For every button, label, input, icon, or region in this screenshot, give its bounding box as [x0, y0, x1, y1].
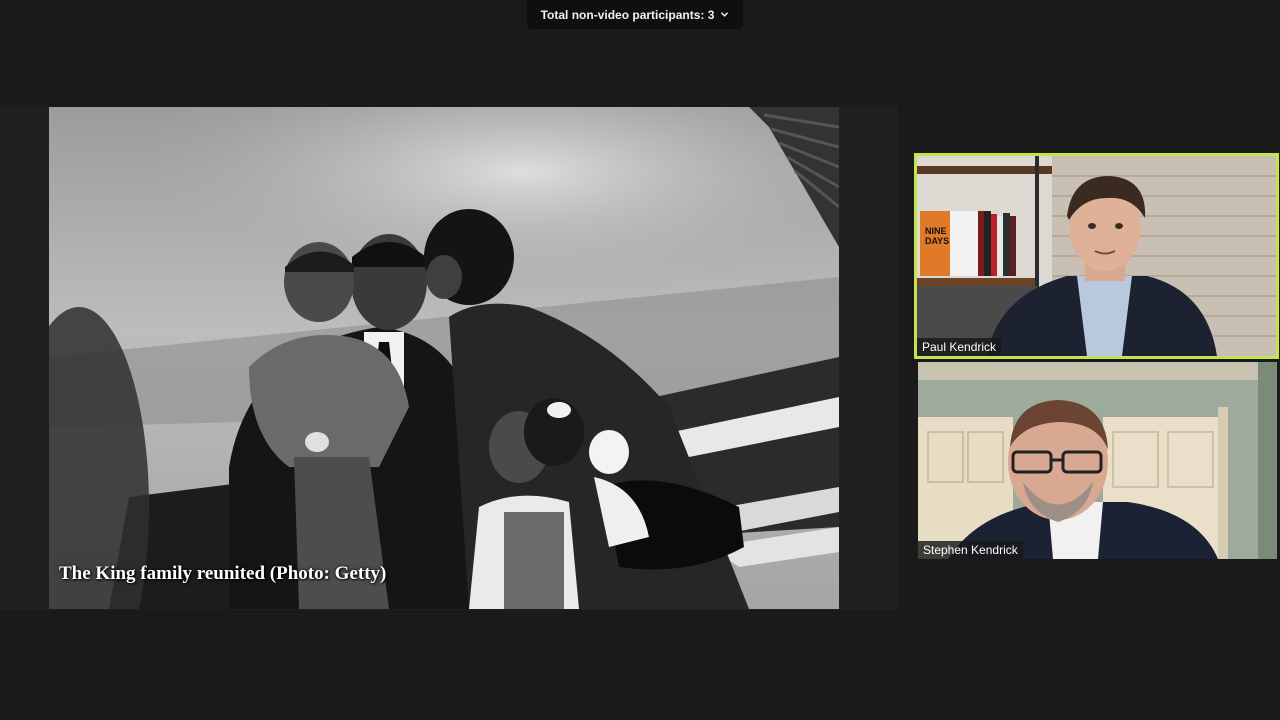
- family-photo: [49, 107, 839, 609]
- shared-screen: The King family reunited (Photo: Getty): [0, 107, 898, 610]
- participants-count-label: Total non-video participants: 3: [540, 7, 715, 22]
- participant-name-tag: Stephen Kendrick: [918, 541, 1023, 559]
- presentation-slide: The King family reunited (Photo: Getty): [49, 107, 839, 609]
- book-title: DAYS: [925, 236, 949, 246]
- participant-name-tag: Paul Kendrick: [917, 338, 1002, 356]
- book-title: NINE: [925, 226, 947, 236]
- video-tile-stephen-kendrick[interactable]: Stephen Kendrick: [918, 362, 1277, 559]
- chevron-down-icon: [721, 12, 729, 17]
- video-tile-paul-kendrick[interactable]: NINE DAYS Paul Kendrick: [914, 153, 1279, 359]
- webcam-feed: NINE DAYS: [917, 156, 1276, 356]
- slide-caption: The King family reunited (Photo: Getty): [59, 563, 387, 584]
- non-video-participants-dropdown[interactable]: Total non-video participants: 3: [527, 0, 743, 29]
- webcam-feed: [918, 362, 1277, 559]
- zoom-meeting-window: Total non-video participants: 3 The King…: [0, 0, 1280, 720]
